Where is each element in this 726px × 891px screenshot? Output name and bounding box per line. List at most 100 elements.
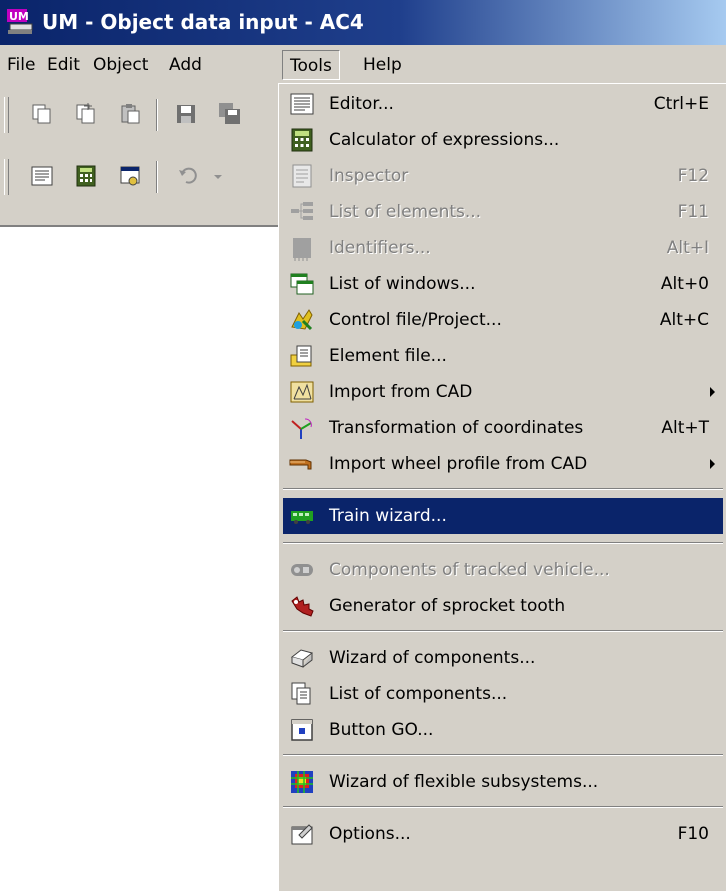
calculator-icon: [289, 127, 315, 153]
button-go-icon: [289, 717, 315, 743]
inspector-icon[interactable]: [118, 164, 142, 188]
menu-item-label: Editor...: [329, 94, 394, 114]
menu-item-button-go[interactable]: Button GO...: [283, 712, 723, 748]
menu-item-components-of-tracked-vehicle: Components of tracked vehicle...: [283, 552, 723, 588]
window-title: UM - Object data input - AC4: [42, 10, 364, 34]
menu-item-list-of-windows[interactable]: List of windows... Alt+0: [283, 266, 723, 302]
menu-item-label: List of windows...: [329, 274, 476, 294]
um-app-icon[interactable]: UM: [6, 8, 34, 36]
train-icon: [289, 503, 315, 529]
coordinates-icon: [289, 415, 315, 441]
windows-icon: [289, 271, 315, 297]
tools-dropdown-menu: Editor... Ctrl+E Calculator of expressio…: [278, 83, 726, 891]
identifiers-icon: [289, 235, 315, 261]
import-cad-icon: [289, 379, 315, 405]
title-bar[interactable]: UM UM - Object data input - AC4: [0, 0, 726, 45]
menu-separator: [283, 630, 723, 632]
submenu-arrow-icon: [710, 387, 715, 397]
editor-icon: [289, 91, 315, 117]
menu-item-label: Element file...: [329, 346, 447, 366]
undo-dropdown-icon[interactable]: [206, 164, 222, 188]
menu-item-shortcut: F12: [677, 166, 709, 186]
save-all-icon[interactable]: [218, 102, 242, 126]
menu-item-label: Control file/Project...: [329, 310, 502, 330]
paste-icon[interactable]: [118, 102, 142, 126]
toolbar-area: [0, 85, 280, 227]
menu-item-import-wheel-profile[interactable]: Import wheel profile from CAD: [283, 446, 723, 482]
toolbar-separator: [156, 161, 158, 193]
list-elements-icon: [289, 199, 315, 225]
menu-item-label: Button GO...: [329, 720, 434, 740]
menu-item-editor[interactable]: Editor... Ctrl+E: [283, 86, 723, 122]
wheel-profile-icon: [289, 451, 315, 477]
menu-item-list-of-components[interactable]: List of components...: [283, 676, 723, 712]
menu-item-generator-of-sprocket-tooth[interactable]: Generator of sprocket tooth: [283, 588, 723, 624]
toolbar-tools: [0, 153, 280, 201]
menu-item-label: Inspector: [329, 166, 409, 186]
menu-item-label: List of elements...: [329, 202, 482, 222]
menu-item-shortcut: Ctrl+E: [653, 94, 709, 114]
tracked-vehicle-icon: [289, 557, 315, 583]
menu-item-identifiers: Identifiers... Alt+I: [283, 230, 723, 266]
wizard-components-icon: [289, 645, 315, 671]
control-file-icon: [289, 307, 315, 333]
calculator-icon[interactable]: [74, 164, 98, 188]
menu-item-label: List of components...: [329, 684, 508, 704]
menu-object[interactable]: Object: [86, 50, 155, 80]
menu-item-inspector: Inspector F12: [283, 158, 723, 194]
menu-item-label: Import wheel profile from CAD: [329, 454, 588, 474]
menu-bar: File Edit Object Add Tools Help: [0, 45, 726, 85]
menu-item-transformation-of-coordinates[interactable]: Transformation of coordinates Alt+T: [283, 410, 723, 446]
toolbar-separator: [156, 99, 158, 131]
menu-item-control-file-project[interactable]: Control file/Project... Alt+C: [283, 302, 723, 338]
sprocket-icon: [289, 593, 315, 619]
menu-item-label: Transformation of coordinates: [329, 418, 584, 438]
submenu-arrow-icon: [710, 459, 715, 469]
menu-item-label: Calculator of expressions...: [329, 130, 560, 150]
copy-icon[interactable]: [30, 102, 54, 126]
menu-item-list-of-elements: List of elements... F11: [283, 194, 723, 230]
menu-edit[interactable]: Edit: [40, 50, 87, 80]
menu-item-train-wizard[interactable]: Train wizard...: [283, 498, 723, 534]
menu-item-shortcut: Alt+C: [659, 310, 709, 330]
menu-tools[interactable]: Tools: [282, 50, 340, 80]
inspector-icon: [289, 163, 315, 189]
menu-item-wizard-of-components[interactable]: Wizard of components...: [283, 640, 723, 676]
toolbar-grip[interactable]: [4, 159, 9, 195]
menu-separator: [283, 542, 723, 544]
menu-item-shortcut: F11: [677, 202, 709, 222]
menu-item-import-from-cad[interactable]: Import from CAD: [283, 374, 723, 410]
menu-item-label: Wizard of flexible subsystems...: [329, 772, 599, 792]
save-icon[interactable]: [174, 102, 198, 126]
editor-icon[interactable]: [30, 164, 54, 188]
menu-item-label: Components of tracked vehicle...: [329, 560, 610, 580]
menu-item-label: Train wizard...: [329, 506, 447, 526]
menu-item-options[interactable]: Options... F10: [283, 816, 723, 852]
svg-text:UM: UM: [9, 10, 29, 23]
menu-separator: [283, 488, 723, 490]
menu-item-element-file[interactable]: Element file...: [283, 338, 723, 374]
menu-item-shortcut: Alt+0: [660, 274, 709, 294]
options-icon: [289, 821, 315, 847]
undo-icon[interactable]: [176, 164, 200, 188]
menu-item-label: Identifiers...: [329, 238, 431, 258]
menu-file[interactable]: File: [0, 50, 42, 80]
list-components-icon: [289, 681, 315, 707]
menu-item-shortcut: Alt+I: [666, 238, 709, 258]
toolbar-standard: [0, 91, 280, 139]
menu-item-label: Generator of sprocket tooth: [329, 596, 566, 616]
menu-help[interactable]: Help: [356, 50, 409, 80]
menu-item-label: Import from CAD: [329, 382, 473, 402]
menu-item-calculator[interactable]: Calculator of expressions...: [283, 122, 723, 158]
menu-separator: [283, 754, 723, 756]
toolbar-grip[interactable]: [4, 97, 9, 133]
menu-add[interactable]: Add: [162, 50, 209, 80]
copy-element-icon[interactable]: [74, 102, 98, 126]
menu-item-shortcut: F10: [677, 824, 709, 844]
menu-separator: [283, 806, 723, 808]
menu-item-shortcut: Alt+T: [661, 418, 709, 438]
flexible-subsystems-icon: [289, 769, 315, 795]
menu-item-wizard-of-flexible-subsystems[interactable]: Wizard of flexible subsystems...: [283, 764, 723, 800]
menu-item-label: Options...: [329, 824, 411, 844]
menu-item-label: Wizard of components...: [329, 648, 536, 668]
